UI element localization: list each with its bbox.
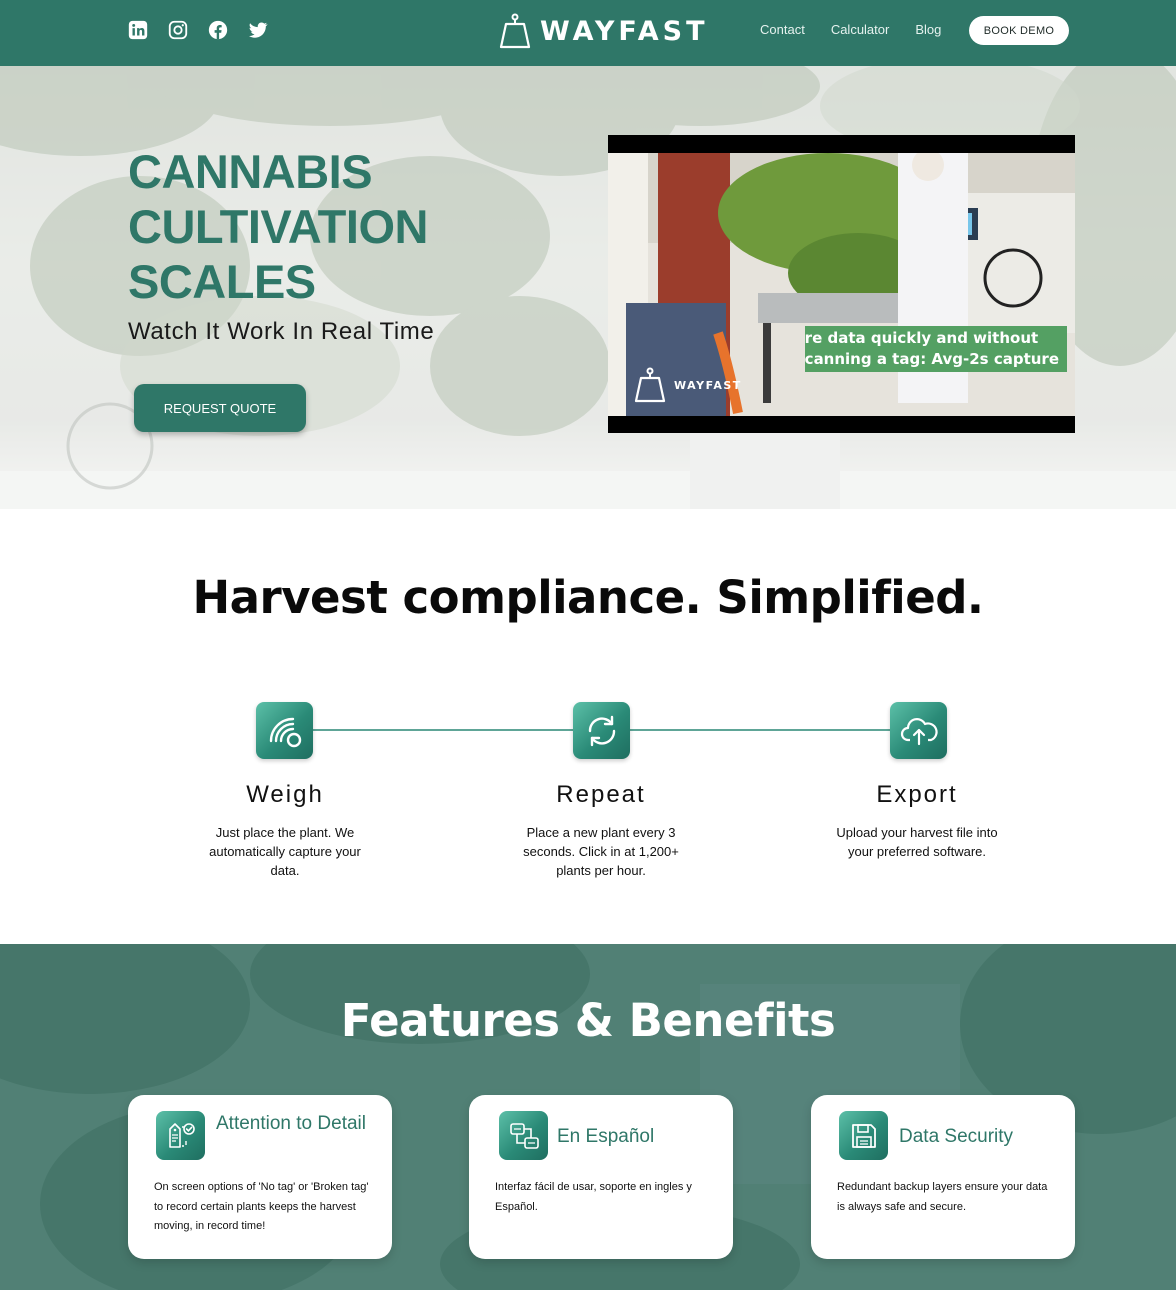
step-title-weigh: Weigh	[246, 781, 324, 808]
nav-blog[interactable]: Blog	[915, 22, 941, 37]
caption-line-1: re data quickly and without	[804, 329, 1039, 347]
step-connector	[313, 729, 573, 731]
brand-name: WAYFAST	[540, 15, 709, 47]
step-desc-repeat: Place a new plant every 3 seconds. Click…	[523, 825, 679, 878]
nav-calculator[interactable]: Calculator	[831, 22, 890, 37]
instagram-icon[interactable]	[167, 19, 189, 41]
social-links	[127, 19, 287, 41]
top-navigation-bar: WAYFAST Contact Calculator Blog BOOK DEM…	[0, 0, 1176, 66]
language-flow-icon	[499, 1111, 548, 1160]
compliance-section: Harvest compliance. Simplified. Weigh Re…	[0, 509, 1176, 944]
features-title: Features & Benefits	[340, 994, 836, 1047]
demo-video-player[interactable]: re data quickly and without canning a ta…	[608, 135, 1075, 433]
step-desc-weigh: Just place the plant. We automatically c…	[209, 825, 361, 878]
brand-logo[interactable]: WAYFAST	[499, 11, 709, 51]
feature-title-security: Data Security	[899, 1126, 1014, 1147]
book-demo-button[interactable]: BOOK DEMO	[969, 16, 1069, 45]
step-desc-export: Upload your harvest file into your prefe…	[836, 825, 998, 859]
video-frame: re data quickly and without canning a ta…	[608, 153, 1075, 416]
feature-title-attention: Attention to Detail	[216, 1113, 366, 1134]
feature-title-espanol: En Español	[557, 1126, 655, 1147]
tag-check-icon	[156, 1111, 205, 1160]
step-connector	[629, 729, 890, 731]
feature-desc-security: Redundant backup layers ensure your data…	[837, 1181, 1048, 1213]
feature-card-security: Data Security Redundant backup layers en…	[811, 1095, 1075, 1259]
hero-subtitle: Watch It Work In Real Time	[128, 318, 435, 345]
caption-line-2: canning a tag: Avg-2s capture	[804, 350, 1059, 368]
step-title-repeat: Repeat	[556, 781, 646, 808]
feature-desc-attention: On screen options of 'No tag' or 'Broken…	[154, 1181, 369, 1232]
scale-logo-icon	[634, 367, 666, 403]
step-title-export: Export	[876, 781, 958, 808]
repeat-icon	[573, 702, 630, 759]
features-section: Features & Benefits Attention to Detail …	[0, 944, 1176, 1290]
linkedin-icon[interactable]	[127, 19, 149, 41]
video-watermark: WAYFAST	[634, 366, 742, 404]
cloud-upload-icon	[890, 702, 947, 759]
hero-section: CANNABIS CULTIVATION SCALES Watch It Wor…	[0, 66, 1176, 509]
video-caption: re data quickly and without canning a ta…	[804, 326, 1067, 372]
facebook-icon[interactable]	[207, 19, 229, 41]
feature-card-attention: Attention to Detail On screen options of…	[128, 1095, 392, 1259]
scale-signal-icon	[256, 702, 313, 759]
request-quote-button[interactable]: REQUEST QUOTE	[134, 384, 306, 432]
nav-contact[interactable]: Contact	[760, 22, 805, 37]
scale-logo-icon	[499, 13, 531, 49]
video-watermark-text: WAYFAST	[674, 378, 742, 392]
main-nav: Contact Calculator Blog	[760, 22, 967, 37]
hero-title: CANNABIS CULTIVATION SCALES	[128, 145, 428, 308]
feature-desc-espanol: Interfaz fácil de usar, soporte en ingle…	[495, 1181, 692, 1213]
feature-card-espanol: En Español Interfaz fácil de usar, sopor…	[469, 1095, 733, 1259]
compliance-title: Harvest compliance. Simplified.	[192, 571, 984, 624]
twitter-icon[interactable]	[247, 19, 269, 41]
save-disk-icon	[839, 1111, 888, 1160]
